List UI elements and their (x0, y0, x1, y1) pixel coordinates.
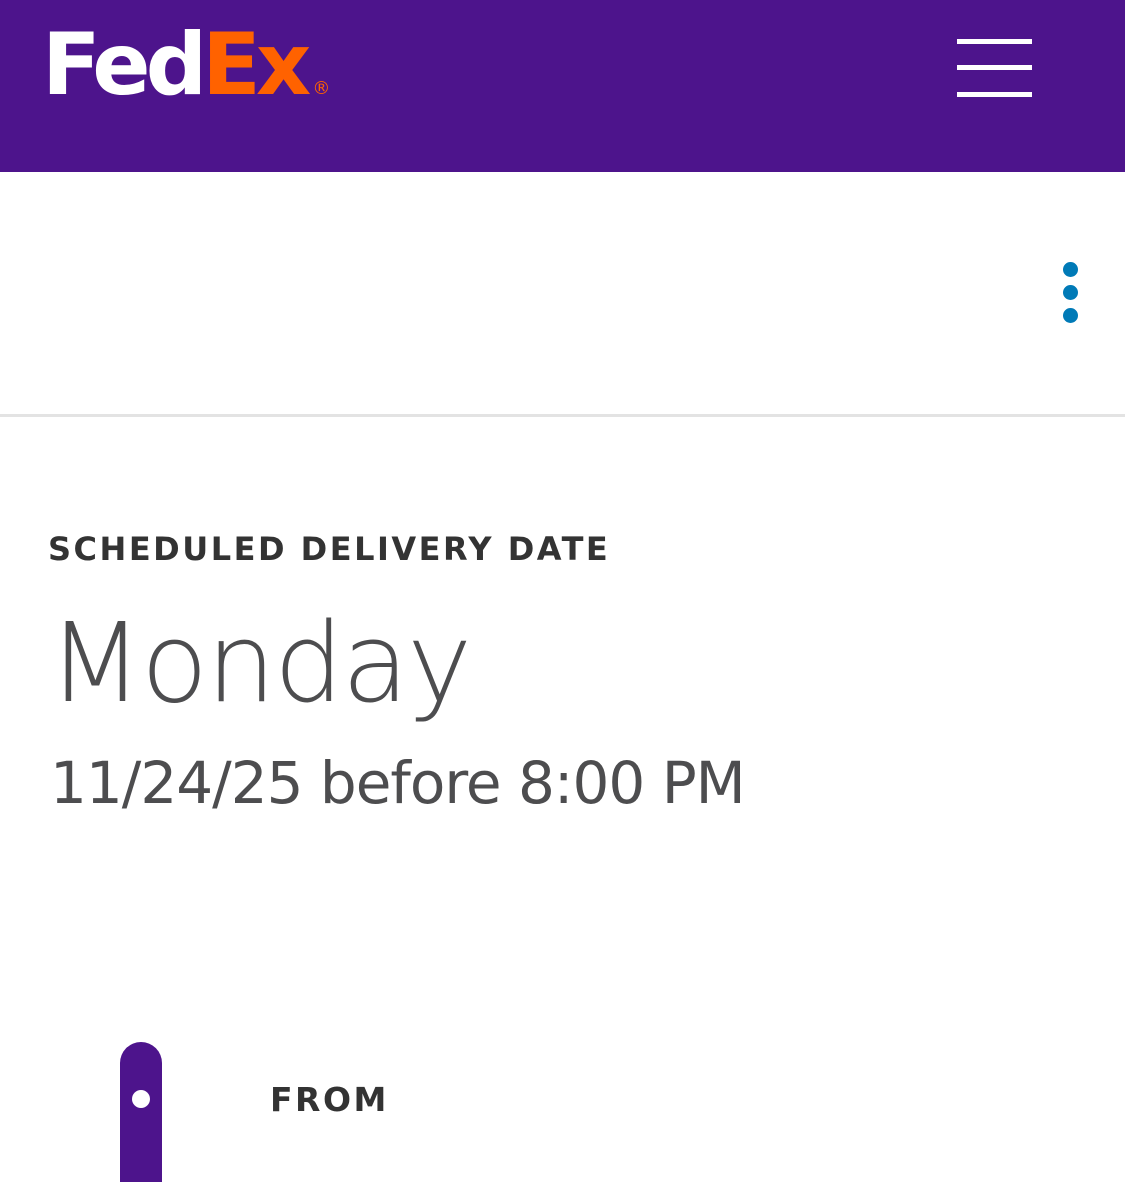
menu-line (957, 65, 1032, 70)
delivery-date-time: 11/24/25 before 8:00 PM (50, 749, 746, 817)
fedex-logo[interactable]: FedEx ® (42, 22, 330, 108)
app-header: FedEx ® (0, 0, 1125, 172)
vertical-ellipsis-icon[interactable] (1050, 254, 1092, 330)
delivery-day: Monday (48, 599, 472, 727)
origin-dot-icon (132, 1090, 150, 1108)
from-label: FROM (270, 1080, 389, 1119)
ellipsis-dot (1063, 285, 1078, 300)
shipment-progress-track (120, 1042, 162, 1182)
menu-line (957, 39, 1032, 44)
hamburger-menu-icon[interactable] (952, 34, 1036, 104)
menu-line (957, 92, 1032, 97)
registered-mark: ® (312, 78, 331, 99)
logo-ex-text: Ex (202, 15, 311, 115)
logo-fed-text: Fed (42, 15, 207, 115)
ellipsis-dot (1063, 308, 1078, 323)
scheduled-delivery-label: SCHEDULED DELIVERY DATE (48, 530, 611, 568)
tracking-toolbar (0, 172, 1125, 417)
ellipsis-dot (1063, 262, 1078, 277)
